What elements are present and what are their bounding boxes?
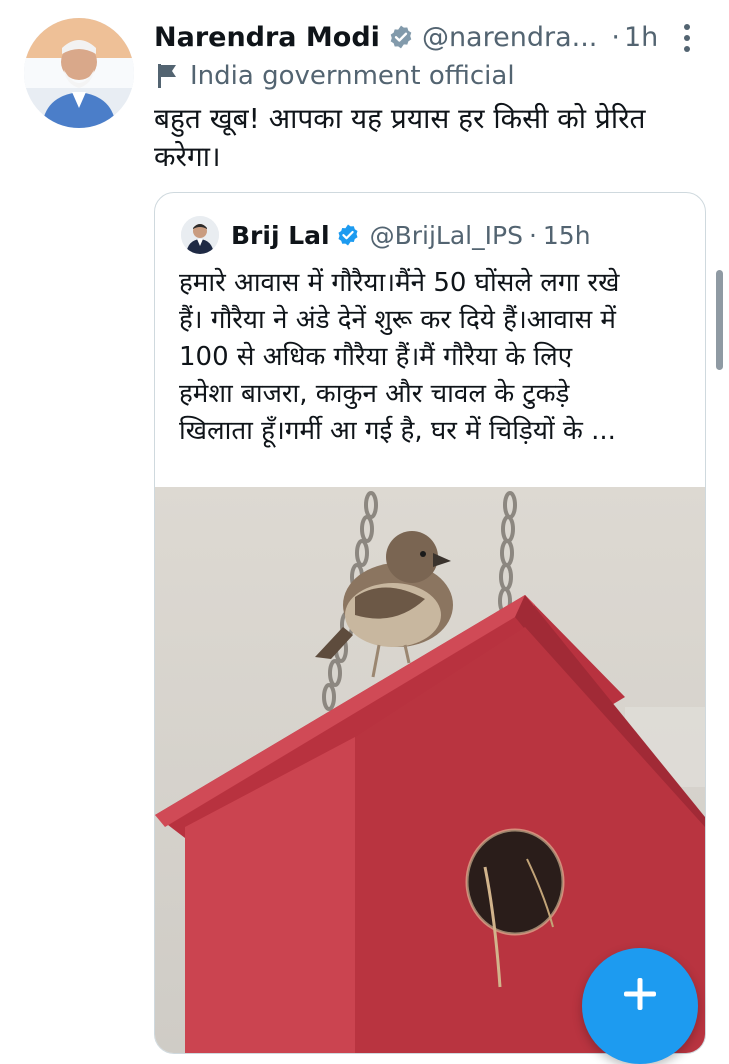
verified-badge-icon [388, 24, 414, 50]
plus-icon [622, 976, 658, 1012]
quoted-author-avatar [181, 216, 219, 254]
quoted-author-handle: @BrijLal_IPS [369, 220, 523, 250]
author-handle[interactable]: @narendra... [422, 22, 597, 53]
separator-dot: · [528, 220, 537, 250]
tweet-timestamp[interactable]: 1h [624, 22, 658, 53]
verified-badge-icon [336, 223, 360, 247]
author-avatar[interactable] [24, 18, 134, 128]
government-label[interactable]: India government official [156, 58, 515, 94]
quoted-tweet-card[interactable]: Brij Lal @BrijLal_IPS · 15h हमारे आवास म… [154, 192, 706, 1054]
government-label-text: India government official [190, 61, 515, 91]
quoted-tweet-timestamp: 15h [542, 220, 591, 250]
quoted-text-line: हमेशा बाजरा, काकुन और चावल के टुकड़े [179, 379, 570, 409]
scrollbar-thumb[interactable] [716, 270, 723, 370]
quoted-text-line: हैं। गौरैया ने अंडे देनें शुरू कर दिये ह… [179, 305, 616, 335]
flag-icon [156, 63, 178, 89]
tweet-text: बहुत खूब! आपका यह प्रयास हर किसी को प्रे… [154, 100, 694, 176]
tweet-text-line: बहुत खूब! आपका यह प्रयास हर किसी को प्रे… [154, 102, 646, 135]
compose-button[interactable] [582, 948, 698, 1064]
author-name[interactable]: Narendra Modi [154, 22, 380, 53]
more-vertical-icon[interactable] [676, 18, 698, 58]
quoted-text-line: 100 से अधिक गौरैया हैं।मैं गौरैया के लिए [179, 342, 573, 372]
tweet-header: Narendra Modi @narendra... · 1h [154, 18, 714, 56]
quoted-author-name: Brij Lal [231, 220, 330, 250]
separator-dot: · [611, 21, 620, 53]
tweet-text-line: करेगा। [154, 140, 221, 173]
quoted-tweet-text: हमारे आवास में गौरैया।मैंने 50 घोंसले लग… [179, 265, 689, 450]
quoted-text-line: हमारे आवास में गौरैया।मैंने 50 घोंसले लग… [179, 268, 620, 298]
quoted-tweet-header: Brij Lal @BrijLal_IPS · 15h [181, 213, 591, 257]
quoted-text-line: खिलाता हूँ।गर्मी आ गई है, घर में चिड़ियो… [179, 416, 616, 446]
